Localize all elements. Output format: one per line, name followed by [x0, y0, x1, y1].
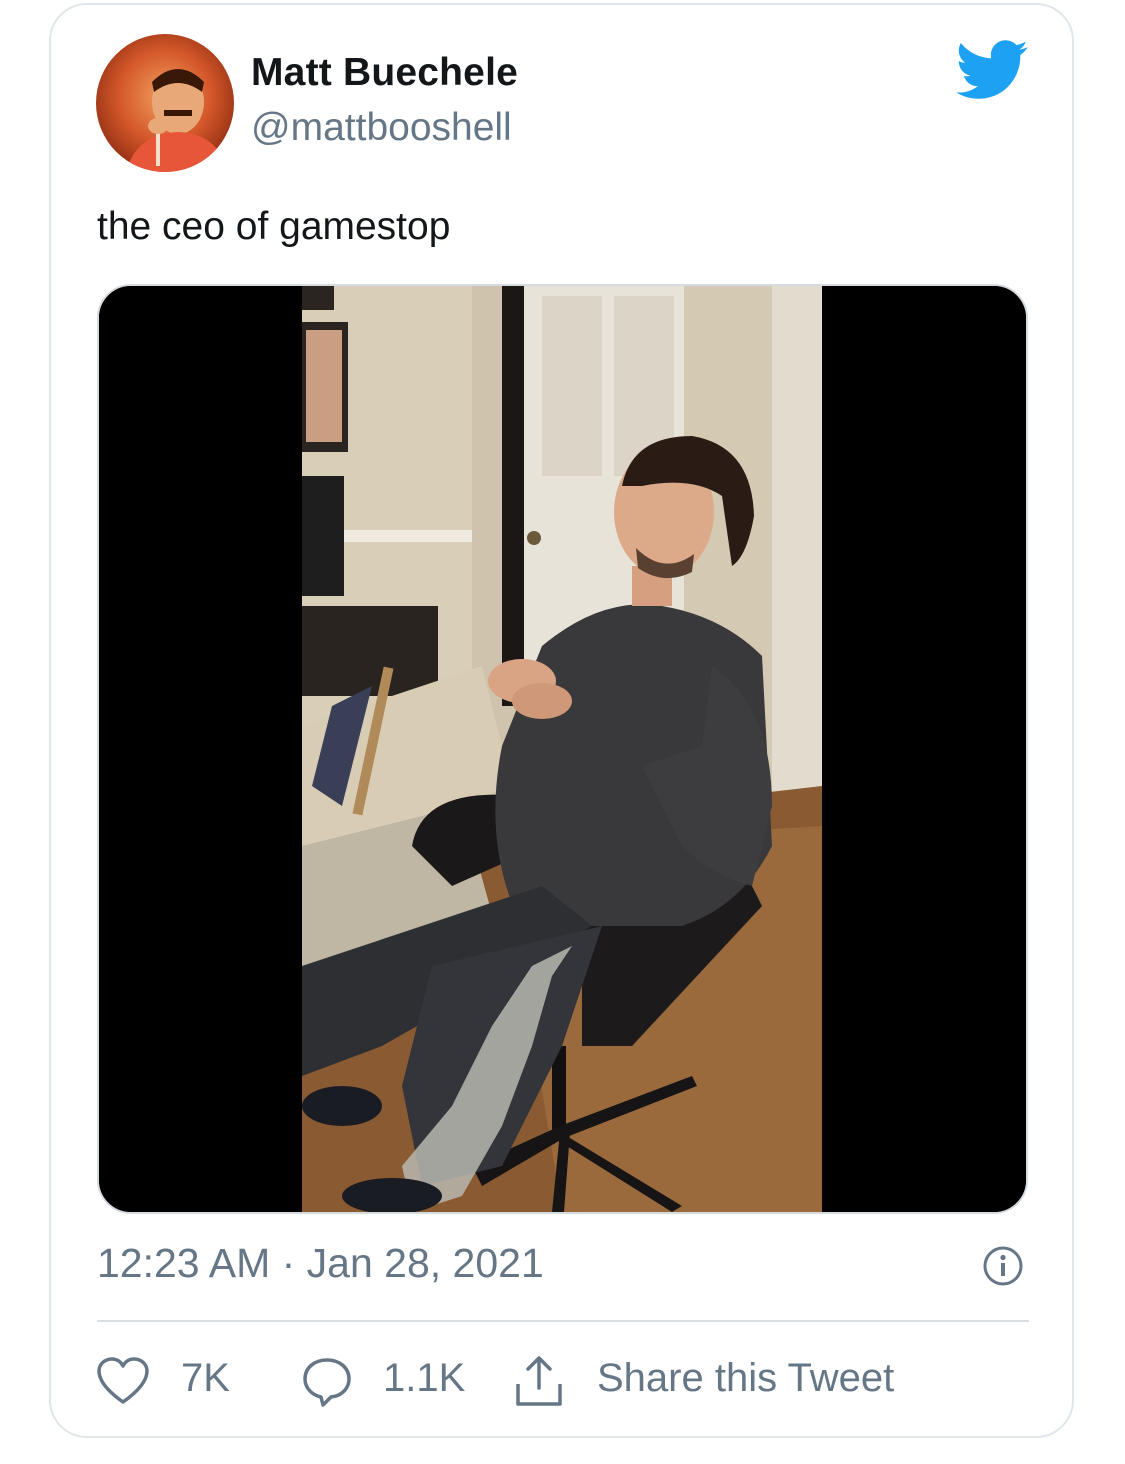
tweet-video[interactable]: [97, 284, 1028, 1214]
author-avatar[interactable]: [96, 34, 234, 172]
info-icon[interactable]: [982, 1245, 1024, 1287]
author-handle[interactable]: @mattbooshell: [251, 106, 512, 150]
video-frame: [99, 286, 1026, 1212]
avatar-image: [96, 34, 234, 172]
heart-icon[interactable]: [96, 1356, 150, 1406]
reply-count[interactable]: 1.1K: [383, 1356, 465, 1401]
twitter-bird-icon[interactable]: [957, 40, 1029, 100]
tweet-text: the ceo of gamestop: [97, 205, 451, 248]
like-count[interactable]: 7K: [181, 1356, 230, 1401]
tweet-timestamp[interactable]: 12:23 AM · Jan 28, 2021: [97, 1240, 544, 1287]
author-display-name[interactable]: Matt Buechele: [251, 51, 518, 95]
divider: [97, 1320, 1029, 1322]
speech-bubble-icon[interactable]: [301, 1356, 353, 1408]
share-tweet-label[interactable]: Share this Tweet: [597, 1356, 894, 1401]
share-arrow-icon[interactable]: [512, 1354, 566, 1408]
